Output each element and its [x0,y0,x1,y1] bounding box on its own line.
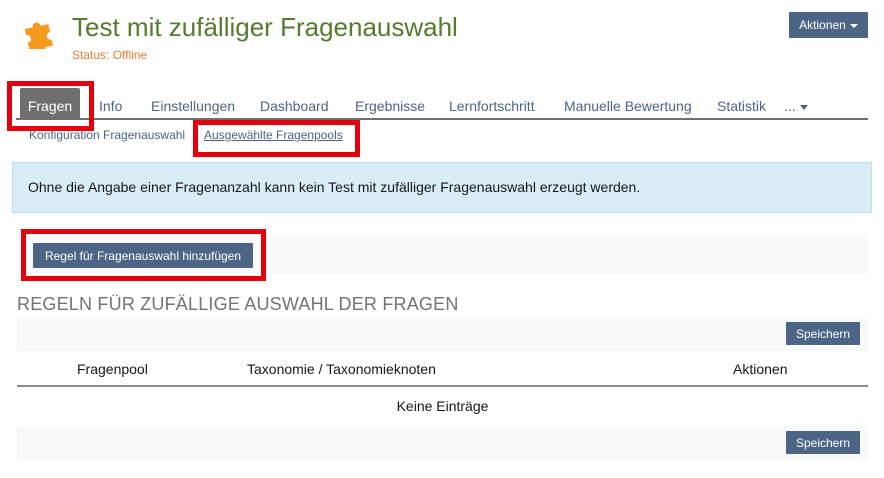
tab-lernfortschritt[interactable]: Lernfortschritt [449,88,535,118]
subtab-fragenpools[interactable]: Ausgewählte Fragenpools [204,128,343,142]
tab-manuelle-bewertung[interactable]: Manuelle Bewertung [564,88,692,118]
add-rule-button[interactable]: Regel für Fragenauswahl hinzufügen [33,243,253,268]
tab-ergebnisse[interactable]: Ergebnisse [355,88,425,118]
actions-dropdown-button[interactable]: Aktionen [789,12,868,38]
page-header: Test mit zufälliger Fragenauswahl Status… [0,0,884,80]
save-button-bottom[interactable]: Speichern [786,431,860,454]
tab-fragen[interactable]: Fragen [20,88,80,118]
tab-statistik[interactable]: Statistik [717,88,766,118]
actions-label: Aktionen [799,18,846,32]
caret-down-icon [799,104,808,110]
column-header-aktionen: Aktionen [733,361,788,377]
tab-einstellungen[interactable]: Einstellungen [151,88,235,118]
table-header: Fragenpool Taxonomie / Taxonomieknoten A… [17,351,868,387]
tab-info[interactable]: Info [99,88,122,118]
column-header-fragenpool[interactable]: Fragenpool [77,361,148,377]
save-button-top[interactable]: Speichern [786,322,860,345]
page-title: Test mit zufälliger Fragenauswahl [72,12,458,42]
tab-bar: Fragen Info Einstellungen Dashboard Erge… [16,88,868,120]
subtab-bar: Konfiguration Fragenauswahl Ausgewählte … [0,124,884,148]
rules-table: Speichern Fragenpool Taxonomie / Taxonom… [17,317,868,460]
puzzle-icon [24,22,53,49]
tab-more[interactable]: ... [784,88,808,118]
subtab-konfiguration[interactable]: Konfiguration Fragenauswahl [29,128,185,142]
column-header-taxonomie[interactable]: Taxonomie / Taxonomieknoten [247,361,436,377]
caret-down-icon [849,24,858,28]
info-message: Ohne die Angabe einer Fragenanzahl kann … [12,162,872,213]
empty-table-message: Keine Einträge [17,387,868,426]
table-toolbar-top: Speichern [17,317,868,351]
table-toolbar-bottom: Speichern [17,426,868,460]
more-label: ... [784,98,796,114]
tab-dashboard[interactable]: Dashboard [260,88,329,118]
section-title: REGELN FÜR ZUFÄLLIGE AUSWAHL DER FRAGEN [17,294,459,314]
status-text: Status: Offline [72,48,148,62]
